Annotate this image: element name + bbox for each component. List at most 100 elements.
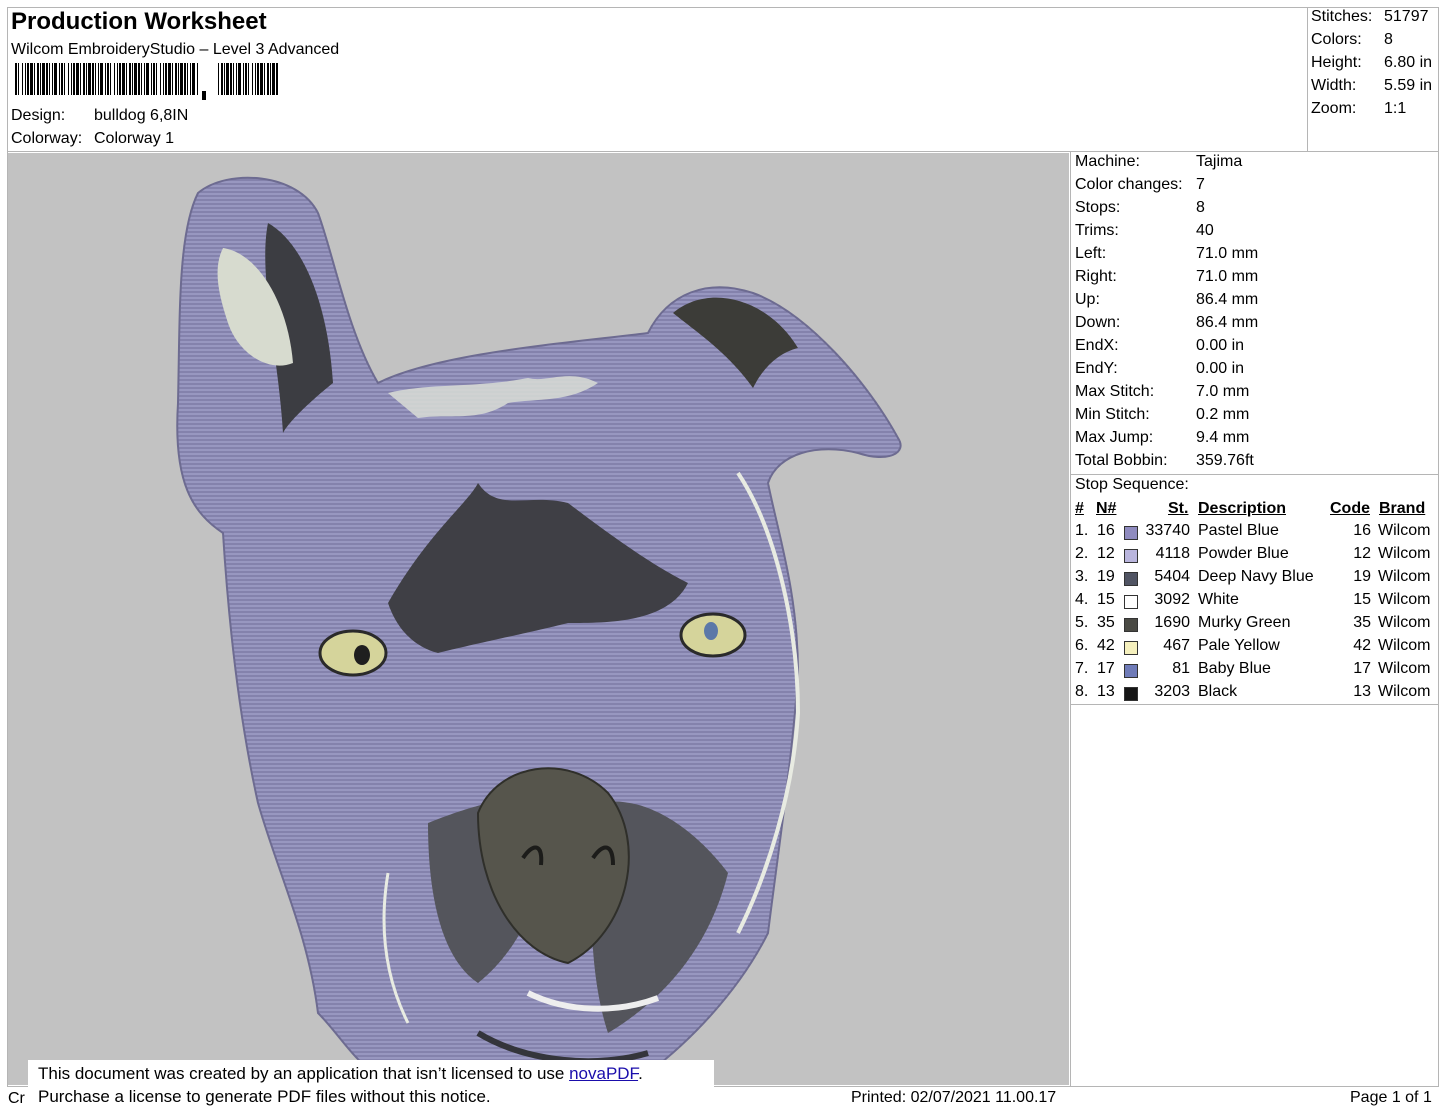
color-code: 12 xyxy=(1353,545,1371,562)
stitch-count: 467 xyxy=(1163,637,1190,654)
thread-brand: Wilcom xyxy=(1378,591,1431,608)
color-description: Powder Blue xyxy=(1198,545,1289,562)
spec-endx: EndX: 0.00 in xyxy=(1075,337,1245,354)
col-header-stitches: St. xyxy=(1168,500,1189,517)
barcode-bar xyxy=(64,63,65,95)
needle-number: 42 xyxy=(1097,637,1115,654)
color-code: 42 xyxy=(1353,637,1371,654)
color-description: Black xyxy=(1198,683,1238,700)
color-description: Deep Navy Blue xyxy=(1198,568,1314,585)
colorway-label: Colorway: xyxy=(11,130,83,147)
spec-color-changes: Color changes: 7 xyxy=(1075,176,1205,193)
barcode-bar xyxy=(255,63,256,95)
barcode-bar xyxy=(156,63,157,95)
barcode-bar xyxy=(178,63,179,95)
spec-left: Left: 71.0 mm xyxy=(1075,245,1259,262)
spec-machine: Machine: Tajima xyxy=(1075,153,1243,170)
needle-number: 35 xyxy=(1097,614,1115,631)
col-header-num: # xyxy=(1075,500,1084,517)
header-divider xyxy=(7,151,1439,152)
bulldog-embroidery-image xyxy=(176,176,902,1080)
color-code: 13 xyxy=(1353,683,1371,700)
color-swatch xyxy=(1124,572,1138,586)
barcode-bar xyxy=(218,63,219,95)
col-header-description: Description xyxy=(1198,500,1287,517)
barcode-bar xyxy=(129,63,131,95)
barcode-bar xyxy=(187,63,188,95)
barcode-bar xyxy=(110,63,111,95)
barcode-bar xyxy=(88,63,91,95)
col-header-code: Code xyxy=(1330,500,1370,517)
spec-stops: Stops: 8 xyxy=(1075,199,1205,216)
design-value: bulldog 6,8IN xyxy=(94,107,189,124)
color-code: 16 xyxy=(1353,522,1371,539)
barcode-bar xyxy=(105,63,106,95)
thread-brand: Wilcom xyxy=(1378,637,1431,654)
stats-divider xyxy=(1307,7,1308,152)
barcode-bar xyxy=(30,63,33,95)
barcode-bar xyxy=(226,63,229,95)
stitch-count: 5404 xyxy=(1154,568,1190,585)
barcode-bar xyxy=(134,63,137,95)
color-swatch xyxy=(1124,526,1138,540)
barcode-bar xyxy=(236,63,237,95)
barcode-bar xyxy=(37,63,39,95)
barcode-bar xyxy=(61,63,63,95)
barcode-bar xyxy=(68,63,69,95)
barcode-bar xyxy=(122,63,125,95)
barcode-bar xyxy=(146,63,149,95)
thread-brand: Wilcom xyxy=(1378,660,1431,677)
barcode-bar xyxy=(153,63,155,95)
barcode-bar xyxy=(34,63,35,95)
thread-brand: Wilcom xyxy=(1378,568,1431,585)
spec-up: Up: 86.4 mm xyxy=(1075,291,1259,308)
barcode-bar xyxy=(71,63,72,95)
design-preview xyxy=(8,153,1069,1085)
barcode-bar xyxy=(54,63,57,95)
color-swatch xyxy=(1124,595,1138,609)
barcode-bar xyxy=(238,63,241,95)
design-label: Design: xyxy=(11,107,66,124)
needle-number: 19 xyxy=(1097,568,1115,585)
spec-right: Right: 71.0 mm xyxy=(1075,268,1259,285)
col-header-needle: N# xyxy=(1096,500,1117,517)
barcode-bar xyxy=(175,63,177,95)
color-code: 35 xyxy=(1353,614,1371,631)
color-swatch xyxy=(1124,664,1138,678)
stop-sequence-row: 2. 12 4118 Powder Blue 12 Wilcom xyxy=(1071,545,1441,568)
row-number: 6. xyxy=(1075,637,1089,654)
stop-sequence-row: 6. 42 467 Pale Yellow 42 Wilcom xyxy=(1071,637,1441,660)
barcode-bar xyxy=(243,63,244,95)
barcode-bar xyxy=(98,63,99,95)
stop-sequence-row: 7. 17 81 Baby Blue 17 Wilcom xyxy=(1071,660,1441,683)
barcode-bar xyxy=(126,63,127,95)
col-header-brand: Brand xyxy=(1379,500,1426,517)
row-number: 7. xyxy=(1075,660,1089,677)
license-notice: This document was created by an applicat… xyxy=(28,1060,714,1117)
barcode-bar xyxy=(248,63,249,95)
barcode-bar xyxy=(59,63,60,95)
barcode-mark xyxy=(202,91,206,100)
stitch-count: 3203 xyxy=(1154,683,1190,700)
row-number: 3. xyxy=(1075,568,1089,585)
spec-max-jump: Max Jump: 9.4 mm xyxy=(1075,429,1250,446)
thread-brand: Wilcom xyxy=(1378,522,1431,539)
barcode-bar xyxy=(230,63,232,95)
row-number: 5. xyxy=(1075,614,1089,631)
spec-down: Down: 86.4 mm xyxy=(1075,314,1259,331)
barcode-bar xyxy=(233,63,234,95)
novapdf-link[interactable]: novaPDF xyxy=(569,1064,638,1083)
color-description: Baby Blue xyxy=(1198,660,1271,677)
color-code: 17 xyxy=(1353,660,1371,677)
notice-text: This document was created by an applicat… xyxy=(38,1064,570,1083)
stop-sequence-row: 4. 15 3092 White 15 Wilcom xyxy=(1071,591,1441,614)
barcode-bar xyxy=(86,63,87,95)
barcode-bar xyxy=(138,63,140,95)
barcode-bar xyxy=(92,63,94,95)
barcode-bar xyxy=(144,63,145,95)
color-swatch xyxy=(1124,641,1138,655)
page-number: Page 1 of 1 xyxy=(1350,1089,1432,1106)
stitch-count: 3092 xyxy=(1154,591,1190,608)
spec-min-stitch: Min Stitch: 0.2 mm xyxy=(1075,406,1250,423)
printed-timestamp: Printed: 02/07/2021 11.00.17 xyxy=(851,1089,1057,1106)
